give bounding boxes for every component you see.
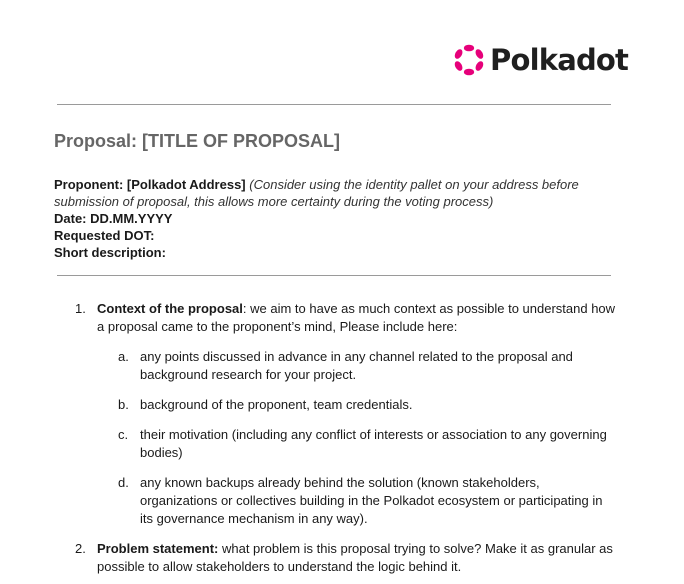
sub-list-item: b. background of the proponent, team cre… bbox=[0, 396, 618, 414]
sub-item-letter: b. bbox=[118, 397, 129, 412]
sub-item-text: their motivation (including any conflict… bbox=[140, 427, 607, 460]
sub-item-text: any known backups already behind the sol… bbox=[140, 475, 603, 526]
sub-item-letter: a. bbox=[118, 349, 129, 364]
list-item: 2. Problem statement: what problem is th… bbox=[0, 540, 617, 576]
list-item: 1. Context of the proposal: we aim to ha… bbox=[0, 300, 617, 336]
list-item-heading: Context of the proposal bbox=[97, 301, 243, 316]
list-item-heading: Problem statement: bbox=[97, 541, 219, 556]
polkadot-logo: Polkadot bbox=[452, 40, 629, 80]
list-item-number: 1. bbox=[75, 301, 86, 316]
sub-item-letter: c. bbox=[118, 427, 129, 442]
page-title: Proposal: [TITLE OF PROPOSAL] bbox=[54, 131, 341, 151]
requested-dot-label: Requested DOT: bbox=[54, 228, 155, 243]
sub-item-letter: d. bbox=[118, 475, 129, 490]
top-divider bbox=[57, 104, 611, 105]
sub-list-item: a. any points discussed in advance in an… bbox=[0, 348, 618, 384]
list-item-number: 2. bbox=[75, 541, 86, 556]
proposal-meta: Proponent: [Polkadot Address] (Consider … bbox=[54, 176, 614, 261]
bottom-divider bbox=[57, 275, 611, 276]
polkadot-ring-icon bbox=[454, 44, 484, 76]
sub-item-text: any points discussed in advance in any c… bbox=[140, 349, 573, 382]
sub-item-text: background of the proponent, team creden… bbox=[140, 397, 413, 412]
short-description-label: Short description: bbox=[54, 245, 166, 260]
proponent-line: Proponent: [Polkadot Address] (Consider … bbox=[54, 176, 614, 210]
logo-wordmark: Polkadot bbox=[490, 43, 629, 77]
date-label: Date: DD.MM.YYYY bbox=[54, 211, 173, 226]
sub-list-item: c. their motivation (including any confl… bbox=[0, 426, 618, 462]
sub-list-item: d. any known backups already behind the … bbox=[0, 474, 618, 528]
proposal-sections-list: 1. Context of the proposal: we aim to ha… bbox=[0, 300, 684, 576]
proponent-label: Proponent: [Polkadot Address] bbox=[54, 177, 246, 192]
